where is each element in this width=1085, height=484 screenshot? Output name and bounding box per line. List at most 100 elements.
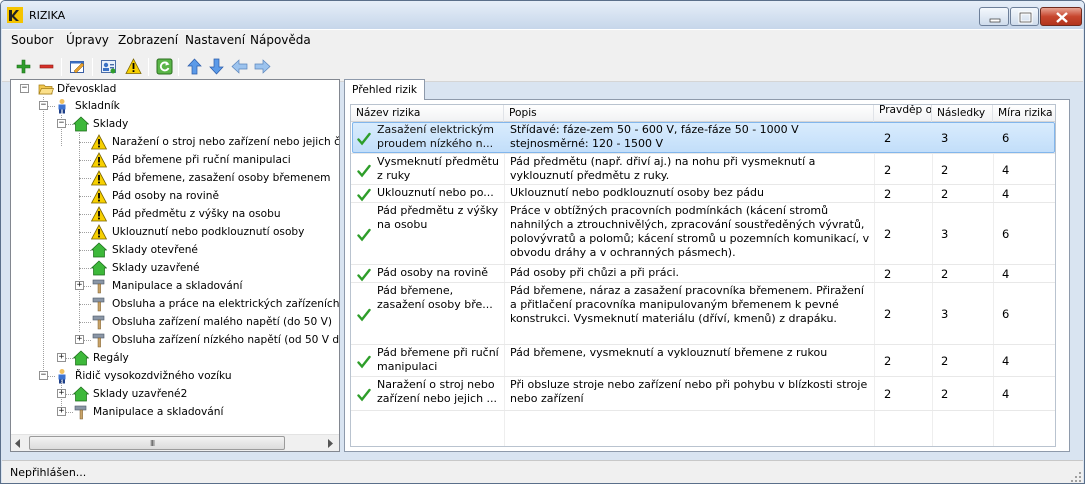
tree-horizontal-scrollbar[interactable]: III [11,434,339,451]
risk-rate-cell: 6 [1002,131,1010,145]
person-card-icon[interactable] [100,58,117,75]
probability-cell: 2 [884,354,892,368]
column-header-prob[interactable]: Pravděp odobnos [874,105,932,122]
arrow-left-icon[interactable] [231,58,248,75]
risk-tree-panel: − Dřevosklad − Skladník − Sklady Naražen… [10,79,340,452]
scroll-left-icon[interactable] [13,439,23,448]
menu-zobrazeni[interactable]: Zobrazení [118,33,178,47]
tab-prehled-rizik[interactable]: Přehled rizik [344,79,426,100]
resize-grip-icon[interactable] [1070,471,1082,483]
tree-node-label: Obsluha zařízení malého napětí (do 50 V) [112,316,332,328]
risk-name-cell: Naražení o stroj nebo zařízení nebo jeji… [377,378,498,405]
expand-toggle[interactable]: + [57,353,66,362]
expand-toggle[interactable]: + [75,335,84,344]
collapse-toggle[interactable]: − [39,371,48,380]
folder-icon [38,84,54,95]
arrow-right-icon[interactable] [254,58,271,75]
scrollbar-grip: III [150,439,155,448]
arrow-down-icon[interactable] [208,58,225,75]
risk-rate-cell: 4 [1002,187,1010,201]
maximize-icon [1018,11,1033,24]
warning-icon [91,188,107,204]
table-row[interactable]: Pád břemene, zasažení osoby bře... Pád bř… [351,283,1055,345]
table-row[interactable]: Uklouznutí nebo po... Uklouznutí nebo pod… [351,185,1055,203]
table-row[interactable]: Vysmeknutí předmětu z ruky Pád předmětu (… [351,154,1055,185]
collapse-toggle[interactable]: − [20,84,29,93]
expand-toggle[interactable]: + [57,389,66,398]
consequence-cell: 2 [941,267,949,281]
tree-node-label: Sklady uzavřené [112,262,200,274]
expand-toggle[interactable]: + [75,281,84,290]
add-icon[interactable] [15,58,32,75]
probability-cell: 2 [884,387,892,401]
tree-node-label: Pád předmětu z výšky na osobu [112,208,281,220]
collapse-toggle[interactable]: − [39,101,48,110]
consequence-cell: 2 [941,163,949,177]
consequence-cell: 2 [941,187,949,201]
warning-icon[interactable] [125,58,142,75]
table-row[interactable]: Pád břemene při ruční manipulaci Pád břem… [351,345,1055,377]
tree-node-label: Skladník [75,100,120,112]
menu-upravy[interactable]: Úpravy [66,33,109,47]
risk-desc-cell: Pád břemene, vysmeknutí a vyklouznutí bř… [510,346,828,359]
check-icon [357,188,371,202]
tree-node-label: Sklady [93,118,129,130]
warning-icon [91,206,107,222]
tree-node-label: Manipulace a skladování [93,406,224,418]
menu-nastaveni[interactable]: Nastavení [185,33,245,47]
risk-desc-cell: Pád osoby při chůzi a při práci. [510,266,680,279]
risk-rate-cell: 4 [1002,267,1010,281]
close-button[interactable] [1040,7,1082,26]
edit-icon[interactable] [69,58,86,75]
app-logo-icon [7,7,23,23]
table-row[interactable]: Zasažení elektrickým proudem nízkého n..… [351,122,1055,154]
probability-cell: 2 [884,307,892,321]
close-icon [1056,12,1068,23]
table-row[interactable]: Pád osoby na rovině Pád osoby při chůzi a… [351,265,1055,283]
risk-tree[interactable]: − Dřevosklad − Skladník − Sklady Naražen… [11,80,339,434]
hammer-icon [92,297,105,312]
house-icon [73,350,89,366]
column-header-desc[interactable]: Popis [504,105,874,122]
table-row[interactable]: Naražení o stroj nebo zařízení nebo jeji… [351,377,1055,411]
check-icon [357,132,371,146]
title-bar: RIZIKA [1,1,1084,29]
tree-node-label: Pád břemene při ruční manipulaci [112,154,291,166]
tree-node-label: Obsluha a práce na elektrických zařízení… [112,298,339,310]
risk-desc-cell: Pád předmětu (např. dřiví aj.) na nohu p… [510,155,816,182]
collapse-toggle[interactable]: − [57,119,66,128]
tree-node-label: Řidič vysokozdvižného vozíku [75,370,232,382]
scroll-right-icon[interactable] [325,439,335,448]
consequence-cell: 3 [941,307,949,321]
warning-icon [91,224,107,240]
tab-body: Název rizika Popis Pravděp odobnos Násle… [344,99,1070,452]
menu-napoveda[interactable]: Nápověda [250,33,311,47]
scrollbar-thumb[interactable]: III [29,436,285,450]
risk-name-cell: Zasažení elektrickým proudem nízkého n..… [377,123,494,150]
worker-icon [58,99,66,114]
tree-node-label: Obsluha zařízení nízkého napětí (od 50 V… [112,334,339,346]
maximize-button[interactable] [1010,7,1039,26]
column-header-cons[interactable]: Následky [932,105,993,122]
column-header-rate[interactable]: Míra rizika [993,105,1055,122]
refresh-icon[interactable] [156,58,173,75]
grid-header: Název rizika Popis Pravděp odobnos Násle… [351,105,1055,122]
arrow-up-icon[interactable] [186,58,203,75]
hammer-icon [92,279,105,294]
risk-desc-cell: Uklouznutí nebo podklouznutí osoby bez p… [510,186,764,199]
toolbar [2,50,1083,82]
probability-cell: 2 [884,227,892,241]
remove-icon[interactable] [38,58,55,75]
table-row[interactable]: Pád předmětu z výšky na osobu Práce v obt… [351,203,1055,265]
check-icon [357,164,371,178]
app-window: RIZIKA Soubor Úpravy Zobrazení Nastavení… [0,0,1085,484]
expand-toggle[interactable]: + [57,407,66,416]
minimize-button[interactable] [979,7,1009,26]
risk-desc-cell: Práce v obtížných pracovních podmínkách … [510,204,870,259]
tree-node-label: Uklouznutí nebo podklouznutí osoby [112,226,305,238]
status-bar: Nepřihlášen... [2,460,1083,483]
minimize-icon [989,18,1001,23]
column-header-name[interactable]: Název rizika [351,105,504,122]
menu-soubor[interactable]: Soubor [11,33,53,47]
risk-desc-cell: Při obsluze stroje nebo zařízení nebo př… [510,378,868,405]
